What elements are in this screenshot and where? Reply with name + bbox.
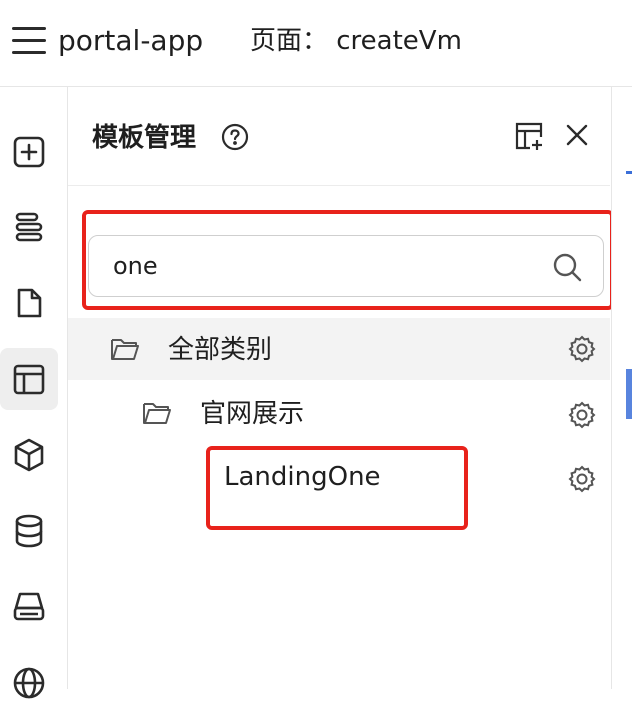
tree-item-label: 官网展示 bbox=[200, 399, 305, 429]
tree-item-official-site[interactable]: 官网展示 bbox=[68, 384, 610, 446]
rail-database-button[interactable] bbox=[0, 500, 58, 562]
rail-layers-button[interactable] bbox=[0, 196, 58, 258]
add-square-icon bbox=[13, 136, 45, 168]
close-icon[interactable] bbox=[564, 121, 590, 149]
rail-globe-button[interactable] bbox=[0, 652, 58, 714]
menu-icon[interactable] bbox=[12, 27, 46, 55]
folder-icon bbox=[111, 339, 139, 360]
globe-icon bbox=[13, 667, 45, 699]
page-label: 页面： createVm bbox=[250, 26, 462, 56]
panel-title: 模板管理 bbox=[92, 123, 197, 153]
panel-header: 模板管理 bbox=[68, 87, 610, 186]
right-edge-panel bbox=[611, 87, 632, 689]
gear-icon[interactable] bbox=[568, 401, 596, 429]
layers-icon bbox=[15, 212, 43, 242]
inbox-tray-icon bbox=[13, 592, 45, 621]
highlight-box-result bbox=[206, 446, 468, 530]
folder-icon bbox=[143, 403, 171, 424]
top-bar: portal-app 页面： createVm bbox=[0, 0, 632, 87]
app-title: portal-app bbox=[58, 24, 204, 57]
tree-item-all-categories[interactable]: 全部类别 bbox=[68, 318, 610, 380]
tree-item-label: 全部类别 bbox=[168, 335, 273, 365]
layout-template-icon bbox=[13, 364, 45, 395]
help-icon[interactable] bbox=[221, 123, 249, 151]
gear-icon[interactable] bbox=[568, 465, 596, 493]
add-template-icon[interactable] bbox=[514, 121, 544, 151]
edge-accent bbox=[626, 369, 632, 419]
file-icon bbox=[17, 288, 42, 318]
cube-icon bbox=[14, 438, 44, 472]
left-rail bbox=[0, 87, 68, 699]
rail-add-button[interactable] bbox=[0, 121, 58, 183]
rail-file-button[interactable] bbox=[0, 272, 58, 334]
rail-component-button[interactable] bbox=[0, 424, 58, 486]
highlight-box-search bbox=[82, 210, 614, 310]
rail-inbox-button[interactable] bbox=[0, 576, 58, 638]
gear-icon[interactable] bbox=[568, 335, 596, 363]
edge-accent bbox=[626, 171, 632, 174]
rail-template-button[interactable] bbox=[0, 348, 58, 410]
database-icon bbox=[15, 514, 43, 548]
